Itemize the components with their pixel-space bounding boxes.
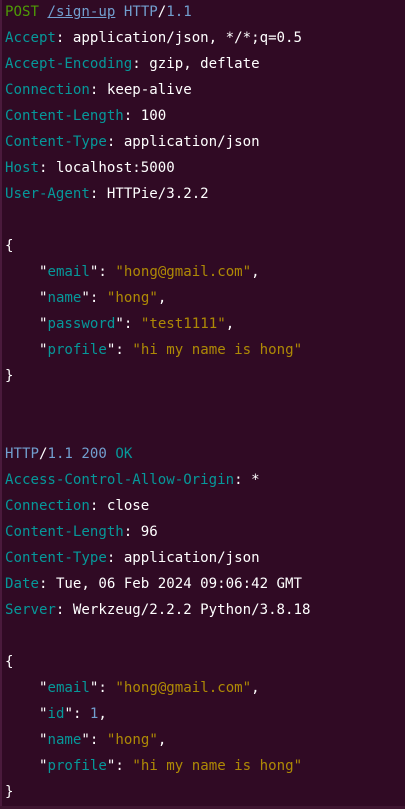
json-string-value: test1111	[149, 316, 218, 332]
request-line: POST /sign-up HTTP/1.1	[5, 4, 192, 20]
header-value: application/json	[123, 550, 260, 566]
header-value: Tue, 06 Feb 2024 09:06:42 GMT	[55, 576, 303, 592]
header-value: 96	[140, 524, 158, 540]
header-name: Accept-Encoding	[5, 56, 133, 72]
json-field: "name": "hong",	[38, 732, 167, 748]
json-key: name	[47, 290, 82, 306]
header-name: Connection	[5, 82, 90, 98]
header-name: User-Agent	[5, 186, 90, 202]
request-header: Accept: application/json, */*;q=0.5	[5, 30, 303, 46]
json-key: id	[47, 706, 65, 722]
header-value: Werkzeug/2.2.2 Python/3.8.18	[72, 602, 311, 618]
json-key: email	[47, 264, 90, 280]
json-string-value: hong@gmail.com	[123, 264, 243, 280]
response-version: 1.1	[47, 446, 73, 462]
response-header: Server: Werkzeug/2.2.2 Python/3.8.18	[5, 602, 311, 618]
response-header: Date: Tue, 06 Feb 2024 09:06:42 GMT	[5, 576, 303, 592]
header-name: Content-Length	[5, 108, 124, 124]
request-header: Content-Type: application/json	[5, 134, 260, 150]
terminal-window[interactable]: POST /sign-up HTTP/1.1 Accept: applicati…	[0, 0, 405, 809]
response-header: Connection: close	[5, 498, 150, 514]
header-name: Accept	[5, 30, 56, 46]
header-name: Content-Type	[5, 550, 107, 566]
response-protocol: HTTP	[5, 446, 39, 462]
json-key: profile	[47, 342, 107, 358]
json-key: email	[47, 680, 90, 696]
response-body-open: {	[5, 654, 14, 670]
response-status-code: 200	[81, 446, 107, 462]
json-key: password	[47, 316, 116, 332]
json-key: profile	[47, 758, 107, 774]
header-value: HTTPie/3.2.2	[106, 186, 209, 202]
header-value: application/json	[123, 134, 260, 150]
header-value: *	[251, 472, 260, 488]
json-field: "email": "hong@gmail.com",	[38, 680, 260, 696]
header-name: Content-Type	[5, 134, 107, 150]
response-body-close: }	[5, 784, 14, 800]
header-name: Access-Control-Allow-Origin	[5, 472, 235, 488]
header-value: application/json, */*;q=0.5	[72, 30, 303, 46]
request-header: Connection: keep-alive	[5, 82, 192, 98]
header-value: gzip, deflate	[149, 56, 260, 72]
response-status-line: HTTP/1.1 200 OK	[5, 446, 133, 462]
request-body-close: }	[5, 368, 14, 384]
request-header: User-Agent: HTTPie/3.2.2	[5, 186, 209, 202]
json-string-value: hong	[115, 732, 150, 748]
header-name: Content-Length	[5, 524, 124, 540]
header-value: keep-alive	[106, 82, 192, 98]
header-value: close	[106, 498, 150, 514]
json-field: "id": 1,	[38, 706, 107, 722]
header-name: Host	[5, 160, 39, 176]
request-header: Accept-Encoding: gzip, deflate	[5, 56, 260, 72]
response-header: Content-Length: 96	[5, 524, 158, 540]
header-name: Connection	[5, 498, 90, 514]
json-field: "email": "hong@gmail.com",	[38, 264, 260, 280]
header-name: Date	[5, 576, 39, 592]
json-string-value: hi my name is hong	[140, 758, 294, 774]
request-method: POST	[5, 4, 39, 20]
response-header: Access-Control-Allow-Origin: *	[5, 472, 260, 488]
request-path[interactable]: /sign-up	[47, 4, 115, 20]
json-field: "profile": "hi my name is hong"	[38, 758, 303, 774]
request-version: 1.1	[166, 4, 192, 20]
request-header: Host: localhost:5000	[5, 160, 175, 176]
json-field: "name": "hong",	[38, 290, 167, 306]
request-protocol: HTTP	[123, 4, 158, 20]
json-field: "password": "test1111",	[38, 316, 235, 332]
header-value: localhost:5000	[55, 160, 175, 176]
json-key: name	[47, 732, 82, 748]
response-status-text: OK	[115, 446, 133, 462]
json-string-value: hong	[115, 290, 150, 306]
json-field: "profile": "hi my name is hong"	[38, 342, 303, 358]
request-body-open: {	[5, 238, 14, 254]
terminal-left-edge	[0, 0, 2, 809]
header-name: Server	[5, 602, 56, 618]
response-header: Content-Type: application/json	[5, 550, 260, 566]
header-value: 100	[140, 108, 167, 124]
json-string-value: hong@gmail.com	[123, 680, 243, 696]
json-string-value: hi my name is hong	[140, 342, 294, 358]
request-header: Content-Length: 100	[5, 108, 167, 124]
